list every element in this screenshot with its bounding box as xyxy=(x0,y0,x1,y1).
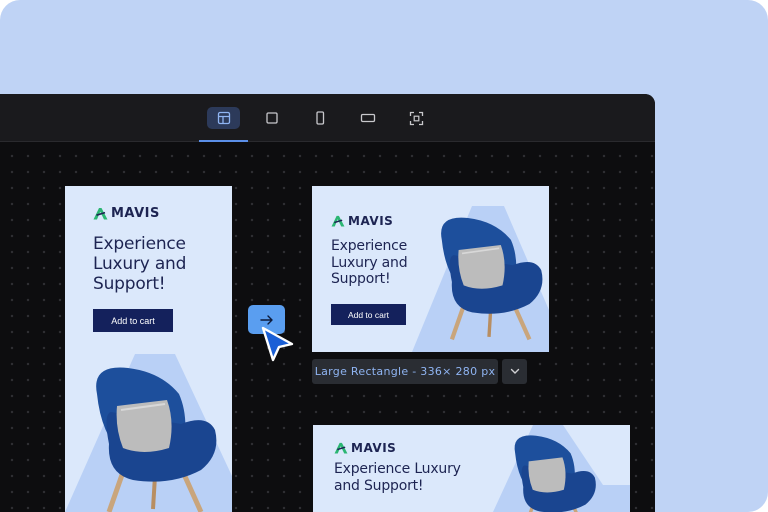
square-icon xyxy=(265,112,278,124)
portrait-icon xyxy=(315,111,324,125)
brand-logo: MAVIS xyxy=(93,206,160,221)
focus-frame-icon xyxy=(409,111,424,125)
brand-mark-icon xyxy=(331,215,345,227)
ad-headline: Experience Luxury and Support! xyxy=(93,234,187,295)
chair-image xyxy=(96,367,217,512)
chair-image xyxy=(514,435,596,512)
chair-image xyxy=(441,217,543,341)
banner-ad[interactable]: MAVIS Experience Luxury and Support! xyxy=(313,425,630,512)
landscape-icon xyxy=(360,113,375,123)
large-rectangle-ad[interactable]: MAVIS Experience Luxury and Support! Add… xyxy=(312,186,549,352)
mouse-cursor-icon xyxy=(261,326,294,362)
brand-mark-icon xyxy=(93,208,108,220)
ad-headline: Experience Luxury and Support! xyxy=(331,238,408,288)
layout-grid-icon xyxy=(217,111,230,125)
square-format-button[interactable] xyxy=(255,107,288,129)
brand-logo: MAVIS xyxy=(334,441,396,455)
format-toolbar xyxy=(0,94,655,142)
chevron-down-icon xyxy=(510,368,519,374)
brand-name: MAVIS xyxy=(111,206,160,221)
ad-headline: Experience Luxury and Support! xyxy=(334,461,461,494)
size-dropdown-button[interactable] xyxy=(502,359,527,384)
skyscraper-ad[interactable]: MAVIS Experience Luxury and Support! Add… xyxy=(65,186,232,512)
portrait-format-button[interactable] xyxy=(303,107,336,129)
add-to-cart-button[interactable]: Add to cart xyxy=(93,309,173,332)
add-to-cart-button[interactable]: Add to cart xyxy=(331,304,406,325)
arrow-right-icon xyxy=(259,314,273,325)
brand-name: MAVIS xyxy=(348,214,394,228)
layout-grid-button[interactable] xyxy=(207,107,240,129)
brand-logo: MAVIS xyxy=(331,214,393,228)
focus-frame-button[interactable] xyxy=(400,107,433,129)
brand-mark-icon xyxy=(334,442,348,454)
size-label-chip: Large Rectangle - 336× 280 px xyxy=(312,359,498,384)
landscape-format-button[interactable] xyxy=(351,107,384,129)
brand-name: MAVIS xyxy=(351,441,397,455)
